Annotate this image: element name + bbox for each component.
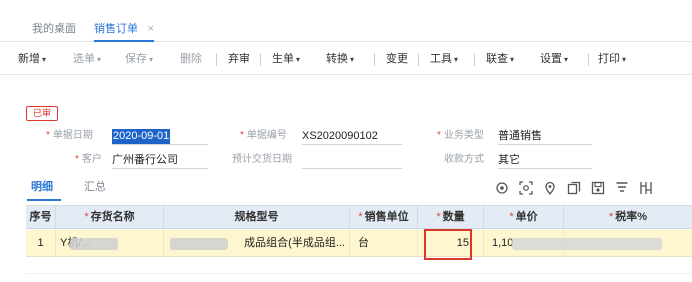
tab-my-desktop[interactable]: 我的桌面 [32,16,76,42]
col-header-unit[interactable]: * 销售单位 [350,206,418,229]
col-header-seq[interactable]: 序号 [26,206,56,229]
required-mark: * [84,211,89,223]
print-button-label: 打印 [598,53,620,65]
date-label: * 单据日期 [46,130,93,141]
business-type-field[interactable]: 普通销售 [498,129,592,145]
settings-button-label: 设置 [540,53,562,65]
col-header-quantity[interactable]: * 数量 [418,206,484,229]
customer-label: * 客户 [75,154,102,165]
customer-field[interactable]: 广州番行公司 [112,153,208,169]
toolbar-divider [260,53,261,66]
cell-seq: 1 [26,230,56,257]
select-order-label: 选单 [73,53,95,65]
delivery-date-label: 预计交货日期 [232,154,292,165]
query-button-label: 联查 [486,53,508,65]
grid-header: 序号 * 存货名称 规格型号 * 销售单位 * 数量 * 单价 * 税率% [26,206,692,229]
redacted-region [170,238,228,250]
col-header-price[interactable]: * 单价 [484,206,564,229]
filter-icon[interactable] [615,181,629,195]
col-header-tax-rate-text: 税率% [615,211,648,223]
cell-tax-rate[interactable] [564,230,692,257]
tab-bar: 我的桌面 销售订单 × [0,16,692,42]
col-header-quantity-text: 数量 [442,211,465,223]
toolbar-divider [374,53,375,66]
number-label: * 单据编号 [240,130,287,141]
customer-label-text: 客户 [81,154,102,165]
biztype-label: * 业务类型 [437,130,484,141]
print-button[interactable]: 打印 ▾ [598,43,626,75]
query-button[interactable]: 联查 ▾ [486,43,514,75]
change-button[interactable]: 变更 [386,43,408,75]
tools-button-label: 工具 [430,53,452,65]
active-tab-indicator [27,199,61,201]
toolbar-divider [418,53,419,66]
date-field-underline [112,129,208,145]
number-label-text: 单据编号 [246,130,287,141]
save-icon[interactable] [591,181,605,195]
convert-button[interactable]: 转换 ▾ [326,43,354,75]
detail-grid: 序号 *存货名称 规格型号 *销售单位 *数量 *单价 *税率% 1 Y机/..… [26,205,692,274]
col-header-item-name-text: 存货名称 [90,211,135,223]
payment-label: 收款方式 [444,154,484,165]
delivery-date-field[interactable] [302,153,402,169]
chevron-down-icon: ▾ [350,55,355,64]
toolbar-divider [216,53,217,66]
save-button-label: 保存 [125,53,147,65]
chevron-down-icon: ▾ [149,55,154,64]
toolbar: 新增 ▾ 选单 ▾ 保存 ▾ 删除 弃审 生单 ▾ 转换 ▾ 变更 工具 ▾ 联查 ▾ 设置 ▾… [0,43,692,75]
generate-button[interactable]: 生单 ▾ [272,43,300,75]
col-header-price-text: 单价 [515,211,538,223]
cell-unit[interactable]: 台 [350,230,418,257]
required-mark: * [509,211,514,223]
empty-row[interactable] [26,258,692,274]
delete-button[interactable]: 删除 [180,43,202,75]
quantity-highlight-box [424,229,472,260]
chevron-down-icon: ▾ [564,55,569,64]
col-header-tax-rate[interactable]: * 税率% [564,206,692,229]
save-button[interactable]: 保存 ▾ [125,43,153,75]
column-settings-icon[interactable] [639,181,653,195]
table-row[interactable]: 1 Y机/... 成品组合(半成品组... 台 15 1,10 [26,230,692,257]
settings-button[interactable]: 设置 ▾ [540,43,568,75]
cell-spec-text: 成品组合(半成品组... [244,237,345,249]
required-mark: * [358,211,363,223]
select-order-button[interactable]: 选单 ▾ [73,43,101,75]
tab-summary[interactable]: 汇总 [84,180,106,194]
required-mark: * [608,211,614,223]
chevron-down-icon: ▾ [42,55,47,64]
chevron-down-icon: ▾ [622,55,627,64]
chevron-down-icon: ▾ [97,55,102,64]
chevron-down-icon: ▾ [510,55,515,64]
tab-sales-order[interactable]: 销售订单 × [94,16,154,42]
generate-button-label: 生单 [272,53,294,65]
chevron-down-icon: ▾ [454,55,459,64]
col-header-unit-text: 销售单位 [364,211,409,223]
add-button-label: 新增 [18,53,40,65]
toolbar-divider [588,53,589,66]
scan-icon[interactable] [519,181,533,195]
status-badge: 已审 [26,106,58,121]
tab-sales-order-label: 销售订单 [94,23,138,35]
convert-button-label: 转换 [326,53,348,65]
chevron-down-icon: ▾ [296,55,301,64]
col-header-item-name[interactable]: * 存货名称 [56,206,164,229]
order-number-field[interactable]: XS2020090102 [302,129,402,145]
location-pin-icon[interactable] [543,181,557,195]
add-button[interactable]: 新增 ▾ [18,43,46,75]
required-mark: * [436,211,441,223]
location-target-icon[interactable] [495,181,509,195]
tools-button[interactable]: 工具 ▾ [430,43,458,75]
payment-method-field[interactable]: 其它 [498,153,592,169]
biztype-label-text: 业务类型 [443,130,484,141]
date-label-text: 单据日期 [52,130,93,141]
copy-icon[interactable] [567,181,581,195]
toolbar-divider [474,53,475,66]
redacted-region [70,238,118,250]
tab-detail[interactable]: 明细 [31,180,53,194]
col-header-spec[interactable]: 规格型号 [164,206,350,229]
unapprove-button[interactable]: 弃审 [228,43,250,75]
close-icon[interactable]: × [148,16,154,42]
